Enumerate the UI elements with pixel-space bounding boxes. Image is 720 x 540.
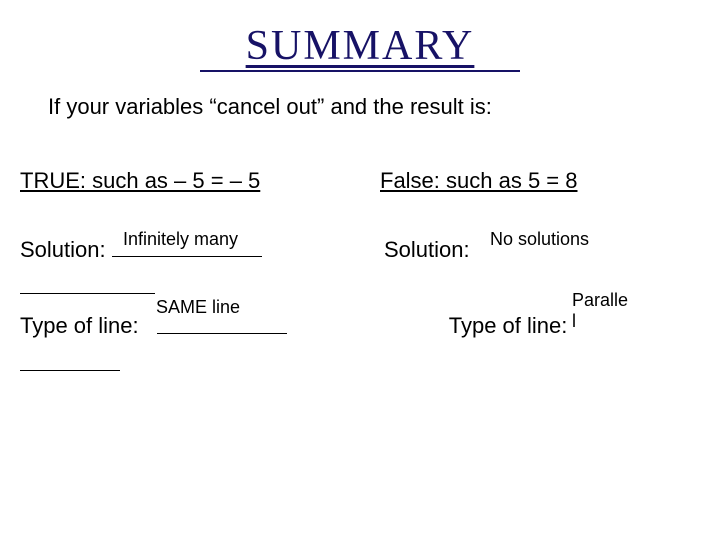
true-heading: TRUE: such as – 5 = – 5 [20,168,370,194]
false-type-label: Type of line: [449,314,568,339]
col-false: False: such as 5 = 8 [370,168,700,232]
true-solution-answer: Infinitely many [123,229,238,250]
true-solution-label: Solution: [20,237,106,262]
slide-container: SUMMARY If your variables “cancel out” a… [0,0,720,540]
true-type-answer: SAME line [156,297,240,318]
false-solution-answer: No solutions [490,229,589,250]
slide-title: SUMMARY [200,0,520,72]
true-type-label: Type of line: [20,314,139,339]
columns: TRUE: such as – 5 = – 5 False: such as 5… [0,168,720,232]
false-type-answer: Paralle l [572,290,628,332]
intro-text: If your variables “cancel out” and the r… [48,94,720,120]
false-solution-label: Solution: [384,237,470,262]
false-heading: False: such as 5 = 8 [380,168,700,194]
true-solution-blank-cont [20,269,155,294]
col-true: TRUE: such as – 5 = – 5 [0,168,370,232]
true-type-blank-cont [20,346,120,371]
